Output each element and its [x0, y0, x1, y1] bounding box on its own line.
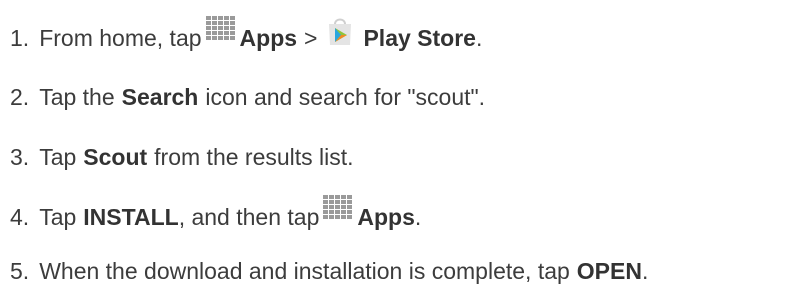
install-label: INSTALL: [83, 203, 179, 230]
step-number: 1.: [10, 24, 30, 51]
step-5: 5. When the download and installation is…: [10, 256, 648, 286]
step-number: 4.: [10, 203, 30, 230]
scout-label: Scout: [83, 144, 148, 170]
step-3: 3. Tap Scout from the results list.: [10, 142, 354, 172]
step-text: When the download and installation is co…: [39, 258, 570, 284]
apps-grid-icon: [205, 15, 237, 48]
step-number: 5.: [10, 258, 30, 284]
period: .: [641, 258, 649, 284]
step-number: 3.: [10, 144, 30, 170]
step-text: from the results list.: [154, 144, 354, 170]
apps-label: Apps: [239, 24, 298, 51]
step-1: 1. From home, tap Apps > Play Store .: [10, 16, 483, 56]
play-store-icon: [325, 16, 355, 53]
apps-grid-icon: [322, 194, 354, 227]
step-text: From home, tap: [39, 24, 202, 51]
period: .: [414, 203, 422, 230]
period: .: [475, 24, 483, 51]
separator: >: [304, 24, 318, 51]
step-text: Tap: [39, 203, 77, 230]
step-text: Tap: [39, 144, 77, 170]
step-number: 2.: [10, 84, 30, 110]
step-text: icon and search for "scout".: [205, 84, 486, 110]
open-label: OPEN: [576, 258, 642, 284]
search-label: Search: [121, 84, 199, 110]
step-2: 2. Tap the Search icon and search for "s…: [10, 82, 485, 112]
play-store-label: Play Store: [363, 24, 476, 51]
step-text: , and then tap: [178, 203, 320, 230]
step-4: 4. Tap INSTALL , and then tap Apps .: [10, 195, 422, 233]
apps-label: Apps: [357, 203, 415, 230]
step-text: Tap the: [39, 84, 115, 110]
